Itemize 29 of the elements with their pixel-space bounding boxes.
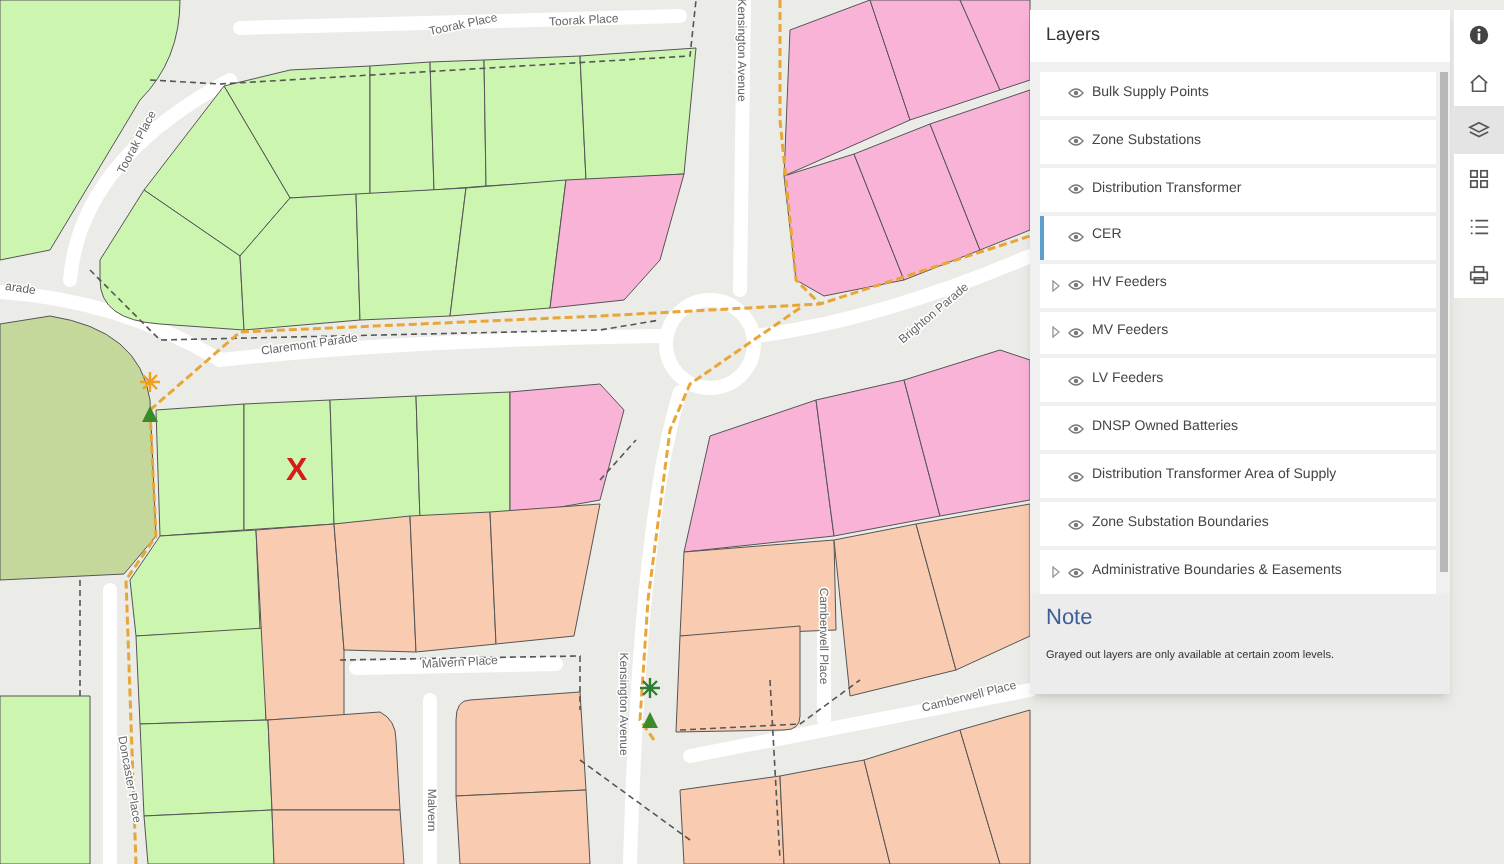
info-icon [1468,23,1490,45]
expand-triangle-icon[interactable] [1052,279,1060,292]
eye-icon[interactable] [1068,471,1084,482]
expand-triangle-icon[interactable] [1052,566,1060,579]
eye-icon[interactable] [1068,88,1084,99]
layers-button[interactable] [1454,106,1504,154]
eye-icon[interactable] [1068,280,1084,291]
layers-icon [1468,119,1490,141]
panel-title: Layers [1030,10,1450,62]
note-heading: Note [1046,604,1095,634]
printer-icon [1468,263,1490,285]
asterisk-icon [638,676,662,700]
list-icon [1468,215,1490,237]
eye-icon[interactable] [1068,567,1084,578]
eye-icon[interactable] [1068,136,1084,147]
grid-icon [1468,167,1490,189]
eye-icon[interactable] [1068,423,1084,434]
eye-icon[interactable] [1068,184,1084,195]
eye-icon[interactable] [1068,375,1084,386]
tree-icon [142,406,158,422]
scrollbar[interactable] [1440,72,1448,572]
eye-icon[interactable] [1068,232,1084,243]
home-icon [1468,71,1490,93]
sun-icon [138,370,162,394]
cross-marker: X [286,456,308,488]
eye-icon[interactable] [1068,519,1084,530]
tree-icon [642,712,658,728]
eye-icon[interactable] [1068,327,1084,338]
expand-triangle-icon[interactable] [1052,326,1060,339]
